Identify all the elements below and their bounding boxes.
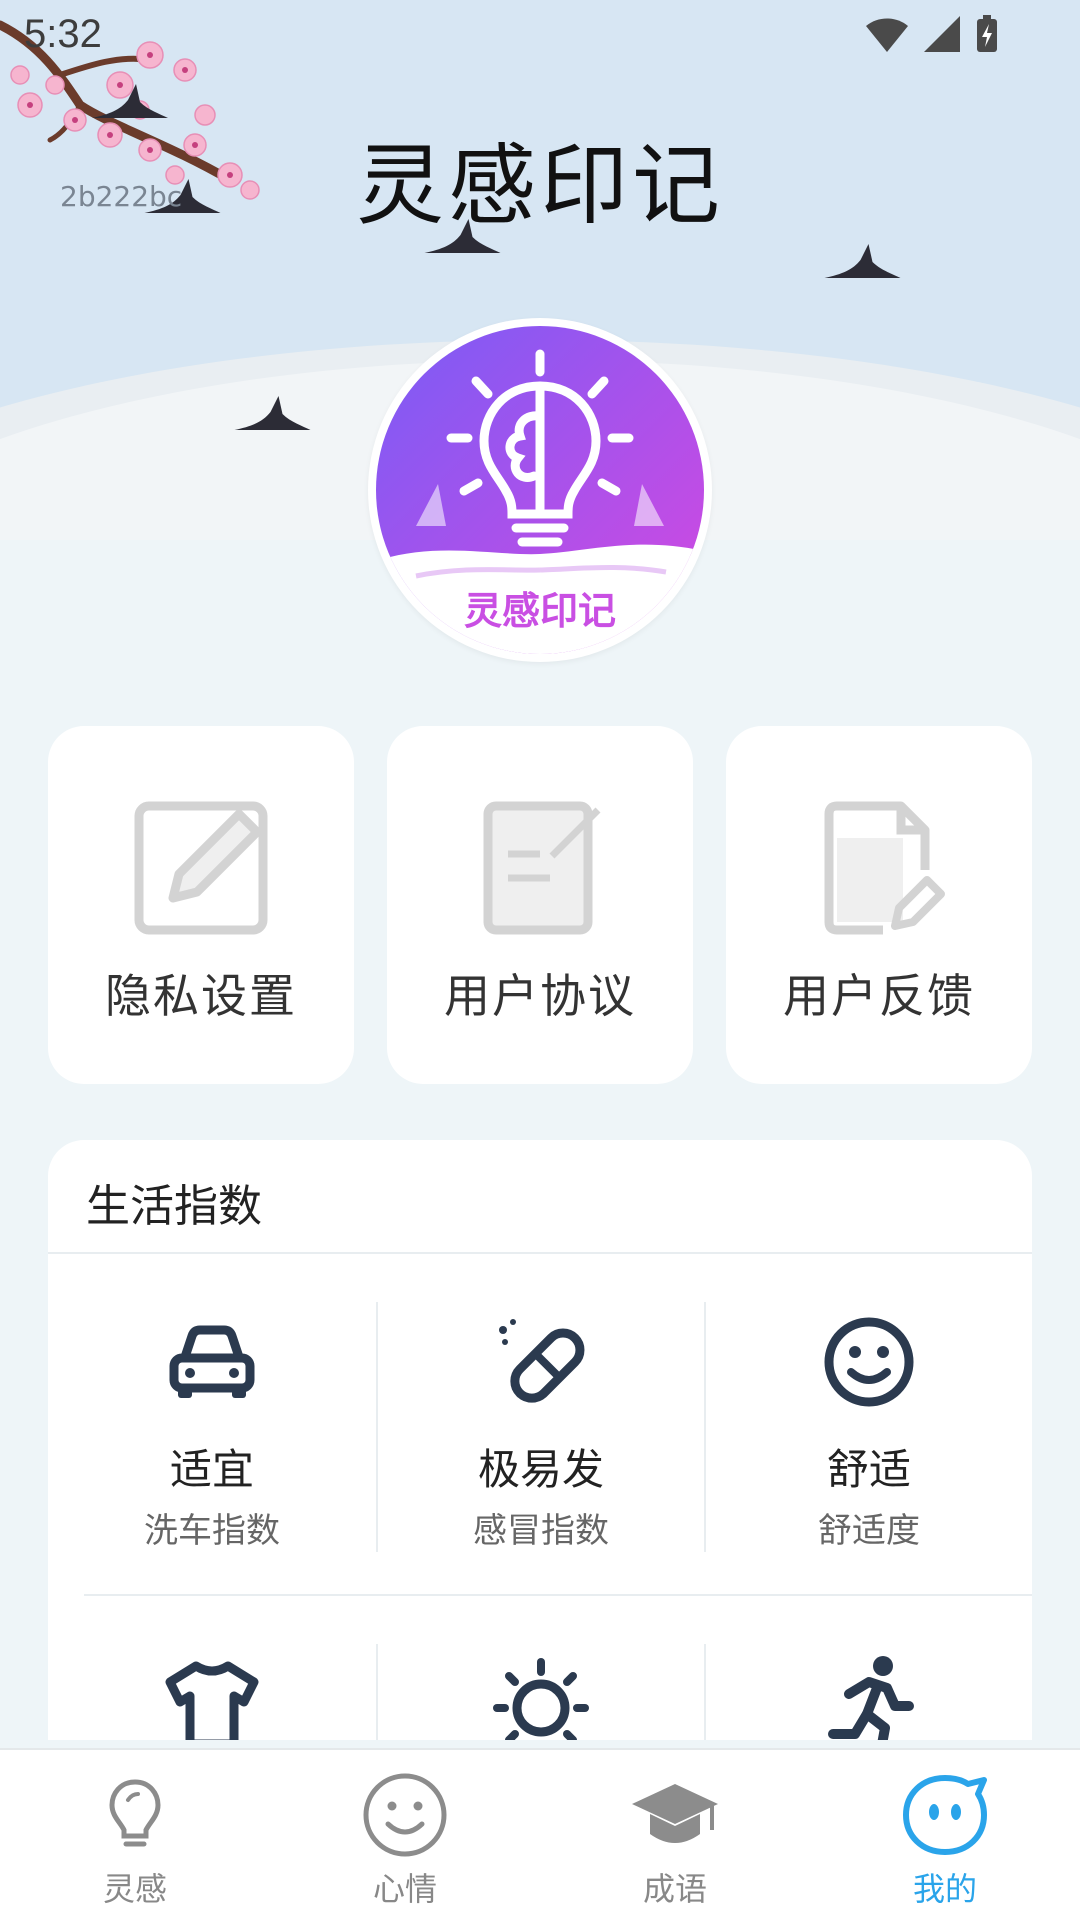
build-tag: 2b222bc: [60, 180, 183, 213]
status-icons: [864, 14, 1000, 54]
tab-label: 我的: [912, 1870, 977, 1908]
bottom-tab-bar: 灵感 心情 成语 我的: [0, 1748, 1080, 1920]
graduation-cap-icon: [632, 1784, 718, 1843]
tab-idioms[interactable]: 成语: [540, 1750, 810, 1920]
tab-mood[interactable]: 心情: [270, 1750, 540, 1920]
uv-index[interactable]: [376, 1644, 704, 1740]
document-icon: [483, 801, 601, 935]
logo-caption: 灵感印记: [463, 588, 616, 633]
index-name: 感冒指数: [473, 1511, 609, 1551]
smiley-icon: [363, 1773, 447, 1857]
divider: [84, 1594, 1032, 1596]
divider: [48, 1252, 1032, 1254]
life-index-row: [48, 1644, 1032, 1740]
tab-mine[interactable]: 我的: [810, 1750, 1080, 1920]
tab-label: 灵感: [102, 1870, 167, 1908]
privacy-settings-card[interactable]: 隐私设置: [48, 726, 354, 1084]
index-value: 适宜: [169, 1445, 254, 1494]
card-label: 隐私设置: [105, 969, 297, 1023]
status-time: 5:32: [24, 12, 102, 56]
index-value: 舒适: [826, 1445, 911, 1494]
life-index-row: 适宜 洗车指数 极易发 感冒指数 舒适 舒适度: [48, 1302, 1032, 1552]
chat-face-icon: [903, 1775, 987, 1855]
index-name: 舒适度: [818, 1511, 920, 1551]
settings-cards: 隐私设置 用户协议 用户反馈: [48, 726, 1032, 1084]
bird-icon: [234, 396, 311, 430]
card-label: 用户反馈: [783, 969, 975, 1023]
lightbulb-icon: [109, 1779, 161, 1847]
status-bar: 5:32: [0, 0, 1080, 75]
app-logo[interactable]: 灵感印记: [368, 318, 712, 662]
smiley-icon: [824, 1317, 914, 1407]
index-name: 洗车指数: [144, 1511, 280, 1551]
sport-index[interactable]: [704, 1644, 1032, 1740]
battery-icon: [977, 15, 997, 52]
feedback-icon: [824, 801, 945, 935]
signal-icon: [924, 16, 960, 52]
dressing-index[interactable]: [48, 1644, 376, 1740]
tab-label: 心情: [372, 1870, 437, 1908]
cold-index[interactable]: 极易发 感冒指数: [376, 1302, 704, 1552]
sun-icon: [493, 1658, 589, 1740]
car-icon: [169, 1325, 255, 1398]
bird-icon: [824, 244, 901, 278]
tab-inspiration[interactable]: 灵感: [0, 1750, 270, 1920]
comfort-index[interactable]: 舒适 舒适度: [704, 1302, 1032, 1552]
card-label: 用户协议: [444, 969, 636, 1023]
car-wash-index[interactable]: 适宜 洗车指数: [48, 1302, 376, 1552]
tshirt-icon: [165, 1661, 259, 1740]
edit-icon: [134, 801, 268, 935]
index-value: 极易发: [477, 1445, 604, 1494]
user-agreement-card[interactable]: 用户协议: [387, 726, 693, 1084]
wifi-icon: [866, 18, 908, 52]
user-feedback-card[interactable]: 用户反馈: [726, 726, 1032, 1084]
app-title: 灵感印记: [355, 134, 724, 237]
pill-icon: [499, 1319, 585, 1403]
life-index-title: 生活指数: [86, 1181, 262, 1232]
life-index-panel: 生活指数 适宜 洗车指数 极易发 感冒指数 舒适 舒适度: [48, 1140, 1032, 1740]
tab-label: 成语: [642, 1870, 707, 1908]
running-icon: [828, 1656, 914, 1740]
